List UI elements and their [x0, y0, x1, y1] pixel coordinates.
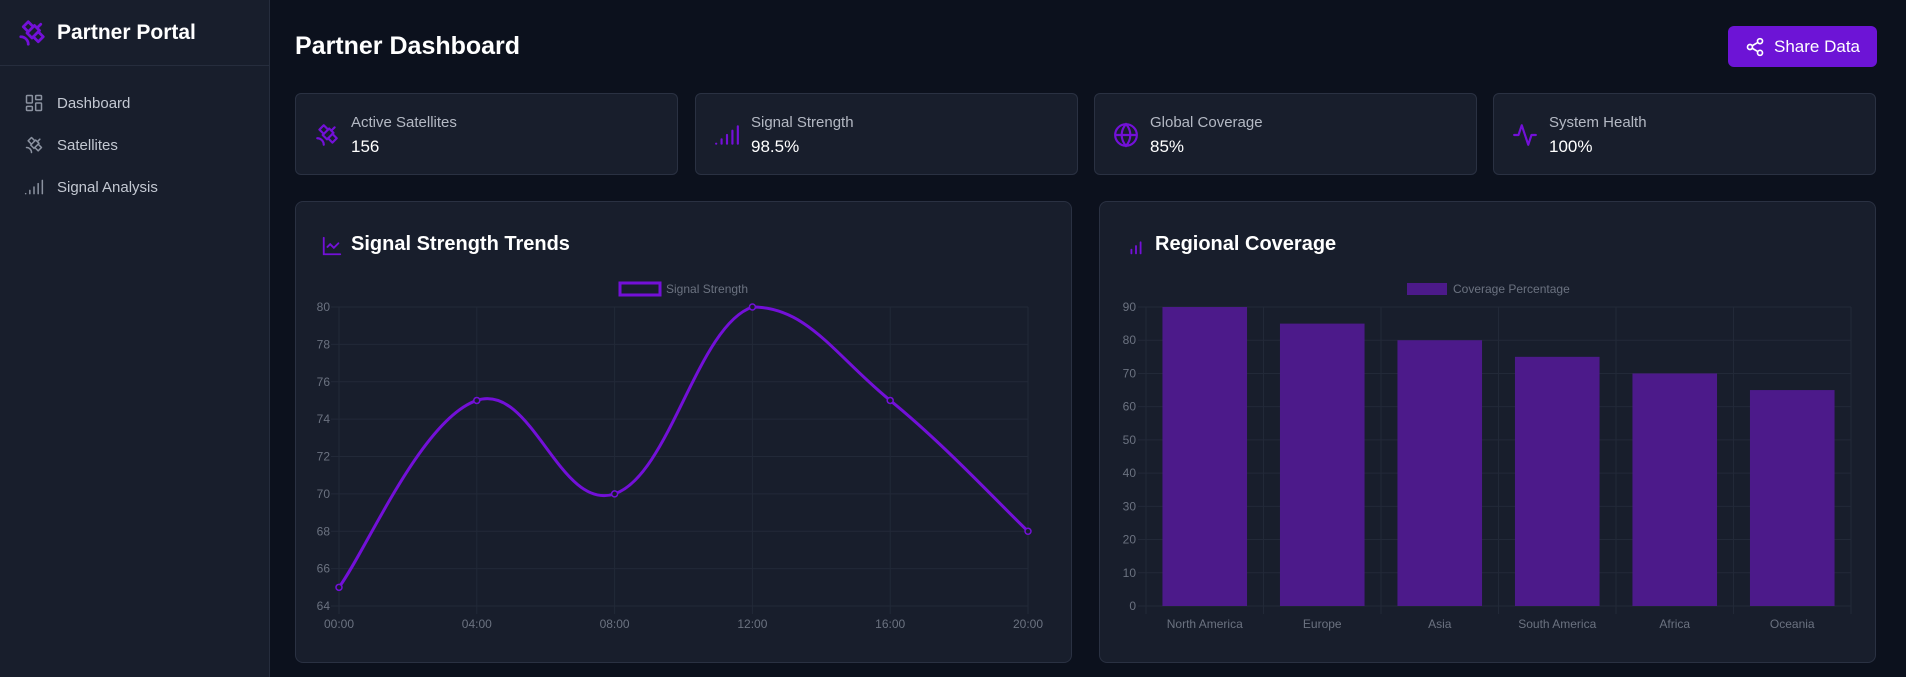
stat-value: 85%	[1150, 137, 1185, 156]
share-data-label: Share Data	[1774, 36, 1860, 56]
x-tick-label: 00:00	[324, 617, 354, 631]
x-tick-label: 20:00	[1013, 617, 1043, 631]
globe-icon	[1114, 122, 1138, 148]
sidebar-item-signal-analysis[interactable]: Signal Analysis	[0, 166, 269, 208]
x-tick-label: 12:00	[737, 617, 767, 631]
stat-label: Global Coverage	[1150, 114, 1263, 131]
data-point	[473, 396, 481, 405]
y-tick-label: 30	[1123, 499, 1137, 513]
pulse-icon	[1513, 124, 1537, 146]
main-content: Partner Dashboard Share Data Active Sate…	[271, 0, 1906, 677]
page-title: Partner Dashboard	[295, 32, 521, 60]
legend-label: Coverage Percentage	[1453, 282, 1570, 296]
bar	[1749, 390, 1835, 606]
y-tick-label: 74	[317, 412, 331, 426]
y-tick-label: 68	[317, 524, 331, 538]
y-tick-label: 20	[1123, 533, 1137, 547]
stat-card-signal-strength: Signal Strength 98.5%	[695, 93, 1078, 175]
share-data-button[interactable]: Share Data	[1728, 26, 1877, 67]
legend-label: Signal Strength	[666, 282, 748, 296]
bar	[1632, 373, 1718, 606]
y-tick-label: 80	[317, 300, 331, 314]
sidebar-item-label: Satellites	[57, 136, 118, 154]
y-tick-label: 50	[1123, 433, 1137, 447]
stat-value: 100%	[1549, 137, 1593, 156]
satellite-icon	[19, 19, 45, 46]
y-tick-label: 80	[1123, 333, 1137, 347]
x-tick-label: Asia	[1428, 617, 1452, 631]
legend-swatch	[618, 281, 662, 297]
x-tick-label: South America	[1518, 617, 1596, 631]
stat-card-global-coverage: Global Coverage 85%	[1094, 93, 1477, 175]
x-tick-label: Africa	[1659, 617, 1690, 631]
stat-value: 156	[351, 137, 380, 156]
y-tick-label: 90	[1123, 300, 1137, 314]
stat-card-active-satellites: Active Satellites 156	[295, 93, 678, 175]
y-tick-label: 70	[317, 487, 331, 501]
bar	[1279, 323, 1365, 606]
data-point	[748, 303, 757, 311]
bar	[1162, 307, 1248, 606]
legend-swatch	[1407, 283, 1447, 295]
stat-value: 98.5%	[751, 137, 800, 156]
data-point	[886, 396, 894, 405]
x-tick-label: 16:00	[875, 617, 905, 631]
signal-icon	[715, 125, 739, 145]
x-tick-label: Oceania	[1770, 617, 1815, 631]
y-tick-label: 0	[1129, 599, 1136, 613]
sidebar: Partner Portal Dashboard Satellites Sign…	[0, 0, 270, 677]
signal-icon	[24, 179, 44, 195]
signal-strength-chart: 64 66 68 70 72 74 76 78 80 00:00 04:00 08:00 12:00 16…	[317, 281, 1043, 631]
bar	[1514, 356, 1600, 606]
satellite-icon	[316, 124, 338, 146]
series-line-signal-strength	[337, 305, 1030, 589]
x-tick-label: 04:00	[462, 617, 492, 631]
sidebar-item-label: Signal Analysis	[57, 178, 158, 196]
y-tick-label: 60	[1123, 400, 1137, 414]
sidebar-nav: Dashboard Satellites Signal Analysis	[0, 66, 269, 208]
sidebar-item-label: Dashboard	[57, 94, 131, 112]
data-point	[335, 583, 343, 592]
y-tick-label: 64	[317, 599, 331, 613]
x-tick-label: Europe	[1303, 617, 1342, 631]
y-tick-label: 78	[317, 337, 331, 351]
y-tick-label: 76	[317, 375, 331, 389]
stat-card-system-health: System Health 100%	[1493, 93, 1876, 175]
brand-title: Partner Portal	[57, 20, 196, 44]
dashboard-icon	[25, 94, 43, 112]
coverage-chart-card: Regional Coverage 0 10 20 30 40 50 60 70 80 90 Cov…	[1099, 201, 1876, 663]
y-tick-label: 72	[317, 450, 331, 464]
y-tick-label: 40	[1123, 466, 1137, 480]
sidebar-item-satellites[interactable]: Satellites	[0, 124, 269, 166]
share-icon	[1746, 37, 1764, 56]
signal-chart-card: Signal Strength Trends 64 66 68 70 72 74 76 78 8…	[295, 201, 1072, 663]
x-tick-label: 08:00	[600, 617, 630, 631]
y-tick-label: 70	[1123, 366, 1137, 380]
brand[interactable]: Partner Portal	[0, 0, 269, 66]
stat-label: Signal Strength	[751, 114, 854, 131]
sidebar-item-dashboard[interactable]: Dashboard	[0, 82, 269, 124]
satellite-icon	[25, 136, 43, 154]
stat-label: System Health	[1549, 114, 1647, 131]
data-point	[610, 490, 619, 498]
y-tick-label: 10	[1123, 566, 1137, 580]
y-tick-label: 66	[317, 562, 331, 576]
stat-label: Active Satellites	[351, 114, 457, 131]
data-point	[1024, 527, 1032, 535]
bar	[1397, 340, 1483, 606]
regional-coverage-chart: 0 10 20 30 40 50 60 70 80 90 Coverage Percentage No…	[1123, 282, 1852, 631]
x-tick-label: North America	[1167, 617, 1243, 631]
